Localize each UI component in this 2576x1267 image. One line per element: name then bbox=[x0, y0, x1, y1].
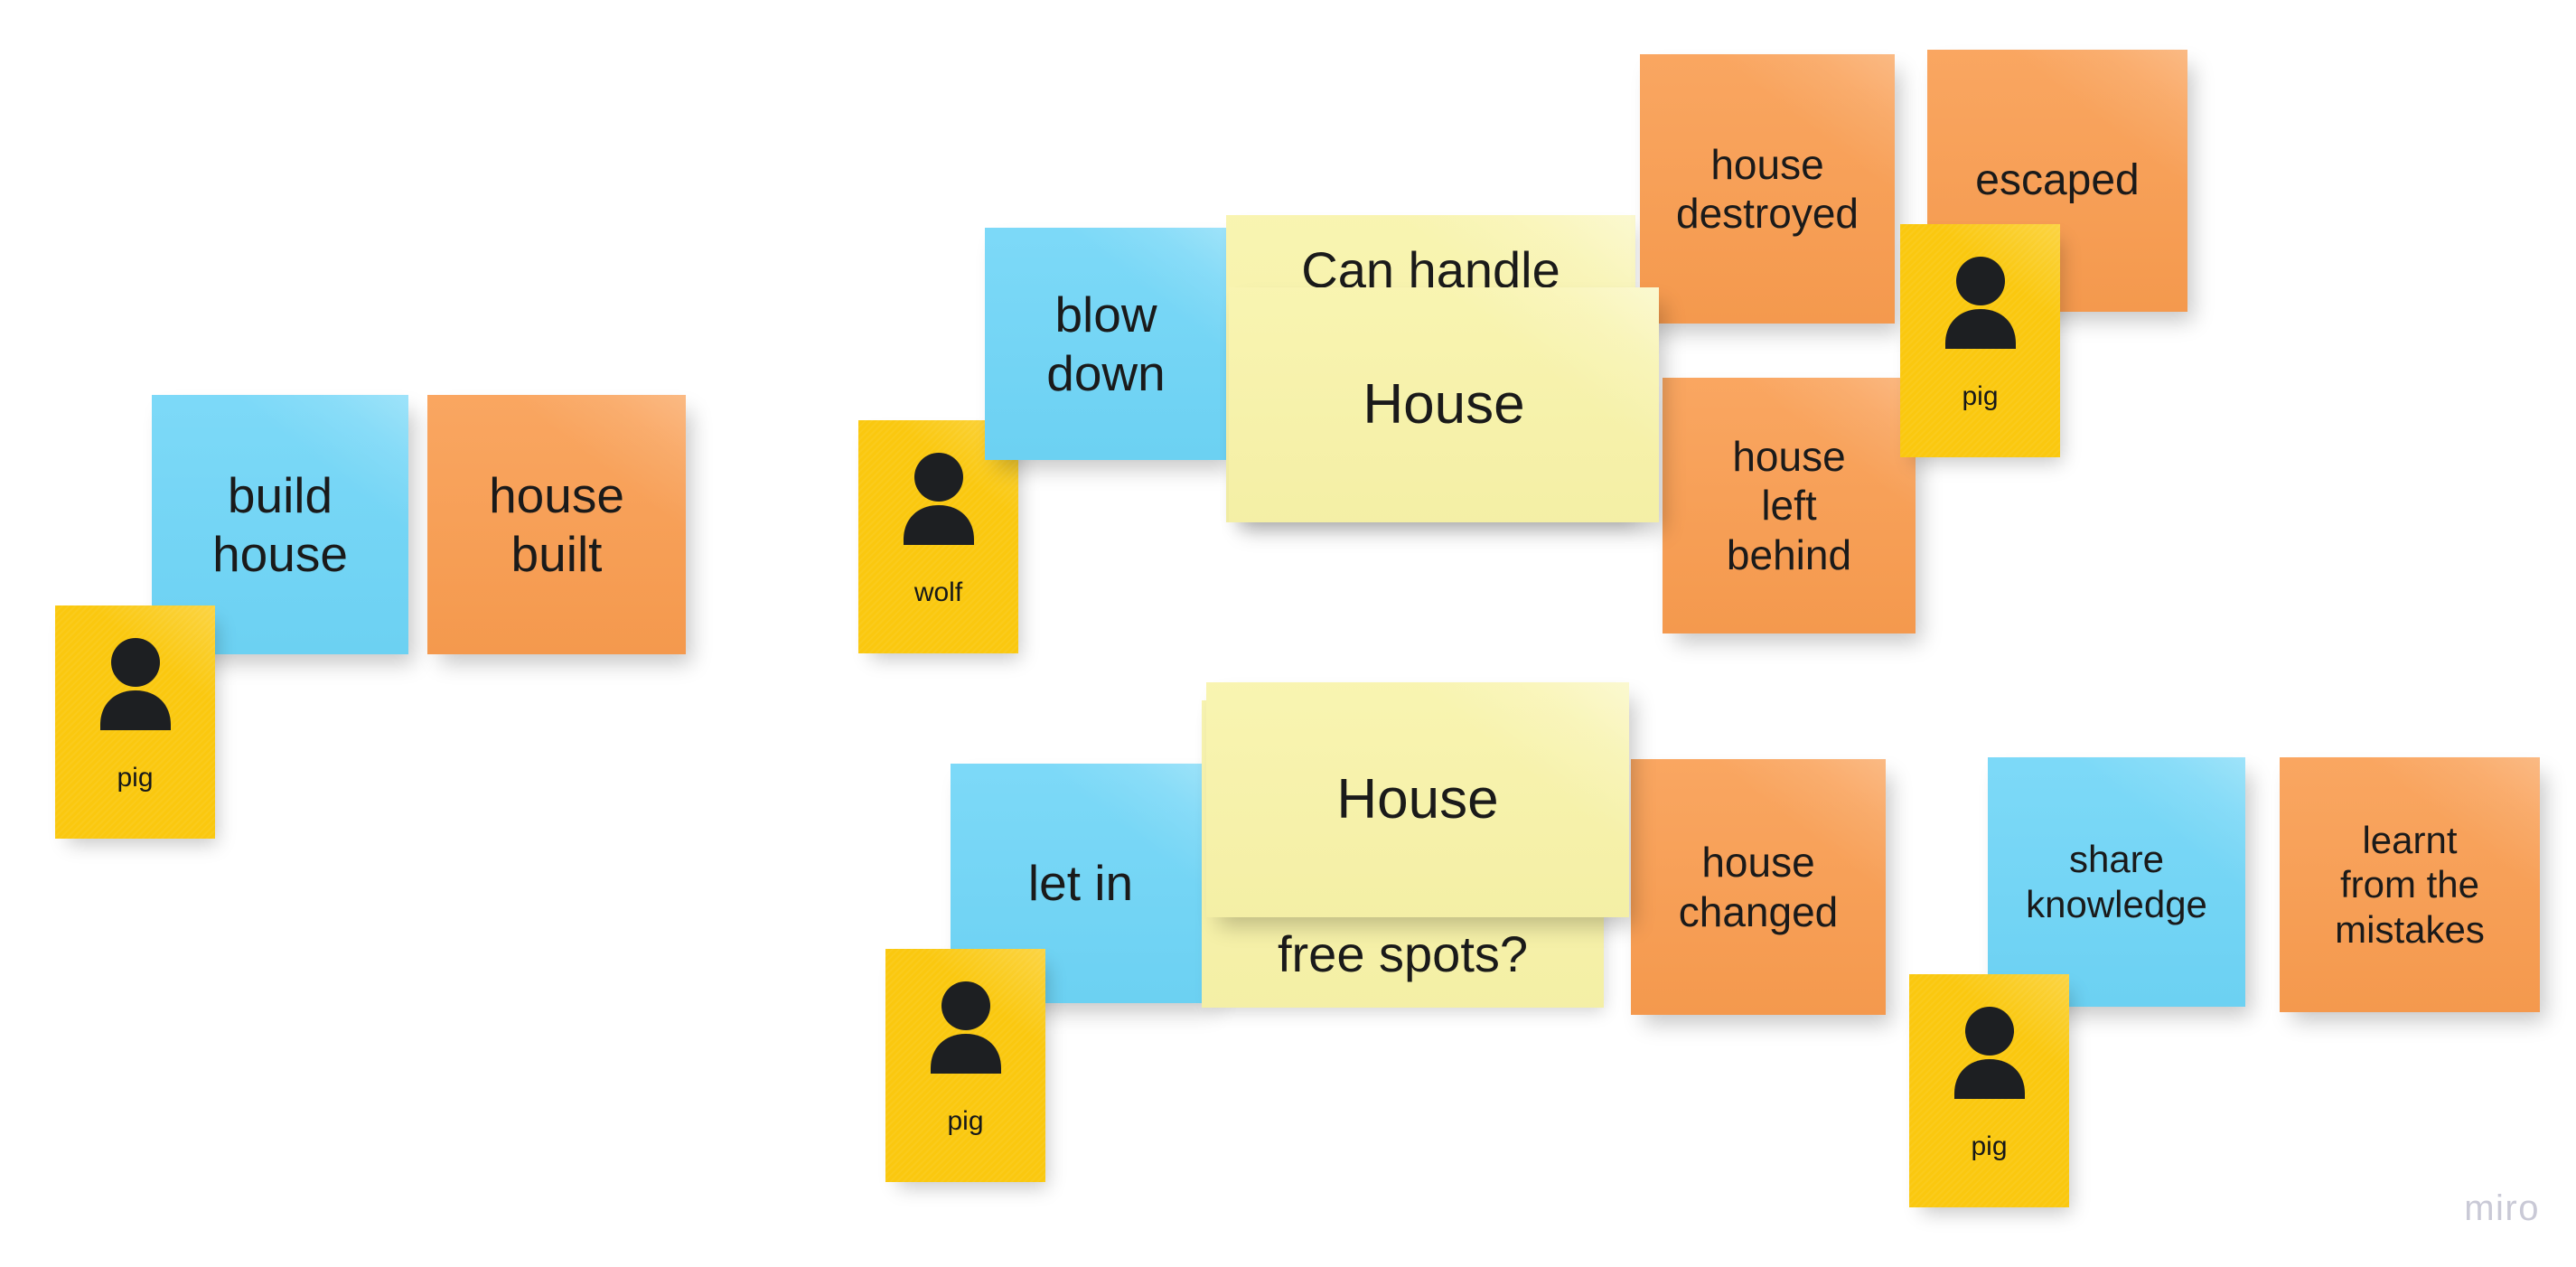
miro-board-canvas[interactable]: build house house built pig wolf blow do… bbox=[0, 0, 2576, 1267]
person-icon bbox=[1937, 255, 2024, 349]
miro-watermark: miro bbox=[2464, 1188, 2540, 1228]
sticky-note-text: house destroyed bbox=[1675, 140, 1859, 237]
sticky-note-text: let in bbox=[1027, 855, 1134, 912]
avatar-role-label: pig bbox=[1962, 381, 1999, 411]
sticky-note-text: House bbox=[1363, 373, 1525, 436]
sticky-note-house-left-behind[interactable]: house left behind bbox=[1663, 378, 1916, 634]
sticky-note-house-destroyed[interactable]: house destroyed bbox=[1640, 54, 1895, 324]
person-icon bbox=[92, 636, 179, 730]
avatar-card-pig-4[interactable]: pig bbox=[1909, 974, 2069, 1207]
avatar-role-label: pig bbox=[947, 1106, 984, 1136]
sticky-note-text: house left behind bbox=[1726, 433, 1852, 578]
sticky-note-text: blow down bbox=[1046, 286, 1166, 401]
avatar-card-pig-2[interactable]: pig bbox=[1900, 224, 2060, 457]
sticky-note-share-knowledge[interactable]: share knowledge bbox=[1988, 757, 2245, 1007]
avatar-role-label: pig bbox=[117, 763, 154, 793]
sticky-note-text: house changed bbox=[1678, 839, 1839, 935]
sticky-note-blow-down[interactable]: blow down bbox=[985, 228, 1227, 460]
sticky-note-text: escaped bbox=[1975, 155, 2140, 204]
sticky-note-text: learnt from the mistakes bbox=[2335, 818, 2485, 951]
avatar-role-label: wolf bbox=[913, 577, 963, 607]
person-icon bbox=[923, 980, 1009, 1074]
avatar-role-label: pig bbox=[1971, 1131, 2008, 1161]
sticky-note-house-changed[interactable]: house changed bbox=[1631, 759, 1886, 1015]
avatar-card-pig-3[interactable]: pig bbox=[885, 949, 1045, 1182]
sticky-note-text: house built bbox=[489, 466, 624, 582]
sticky-note-house-top[interactable]: House bbox=[1229, 287, 1659, 522]
avatar-card-pig-1[interactable]: pig bbox=[55, 605, 215, 839]
sticky-note-house-built[interactable]: house built bbox=[427, 395, 686, 654]
sticky-note-text: share knowledge bbox=[2026, 838, 2207, 925]
person-icon bbox=[895, 451, 982, 545]
sticky-note-text: build house bbox=[212, 466, 348, 582]
sticky-note-text: House bbox=[1336, 768, 1499, 831]
sticky-note-house-bottom[interactable]: House bbox=[1206, 682, 1629, 917]
person-icon bbox=[1946, 1005, 2033, 1099]
sticky-note-learnt-from-mistakes[interactable]: learnt from the mistakes bbox=[2280, 757, 2540, 1012]
